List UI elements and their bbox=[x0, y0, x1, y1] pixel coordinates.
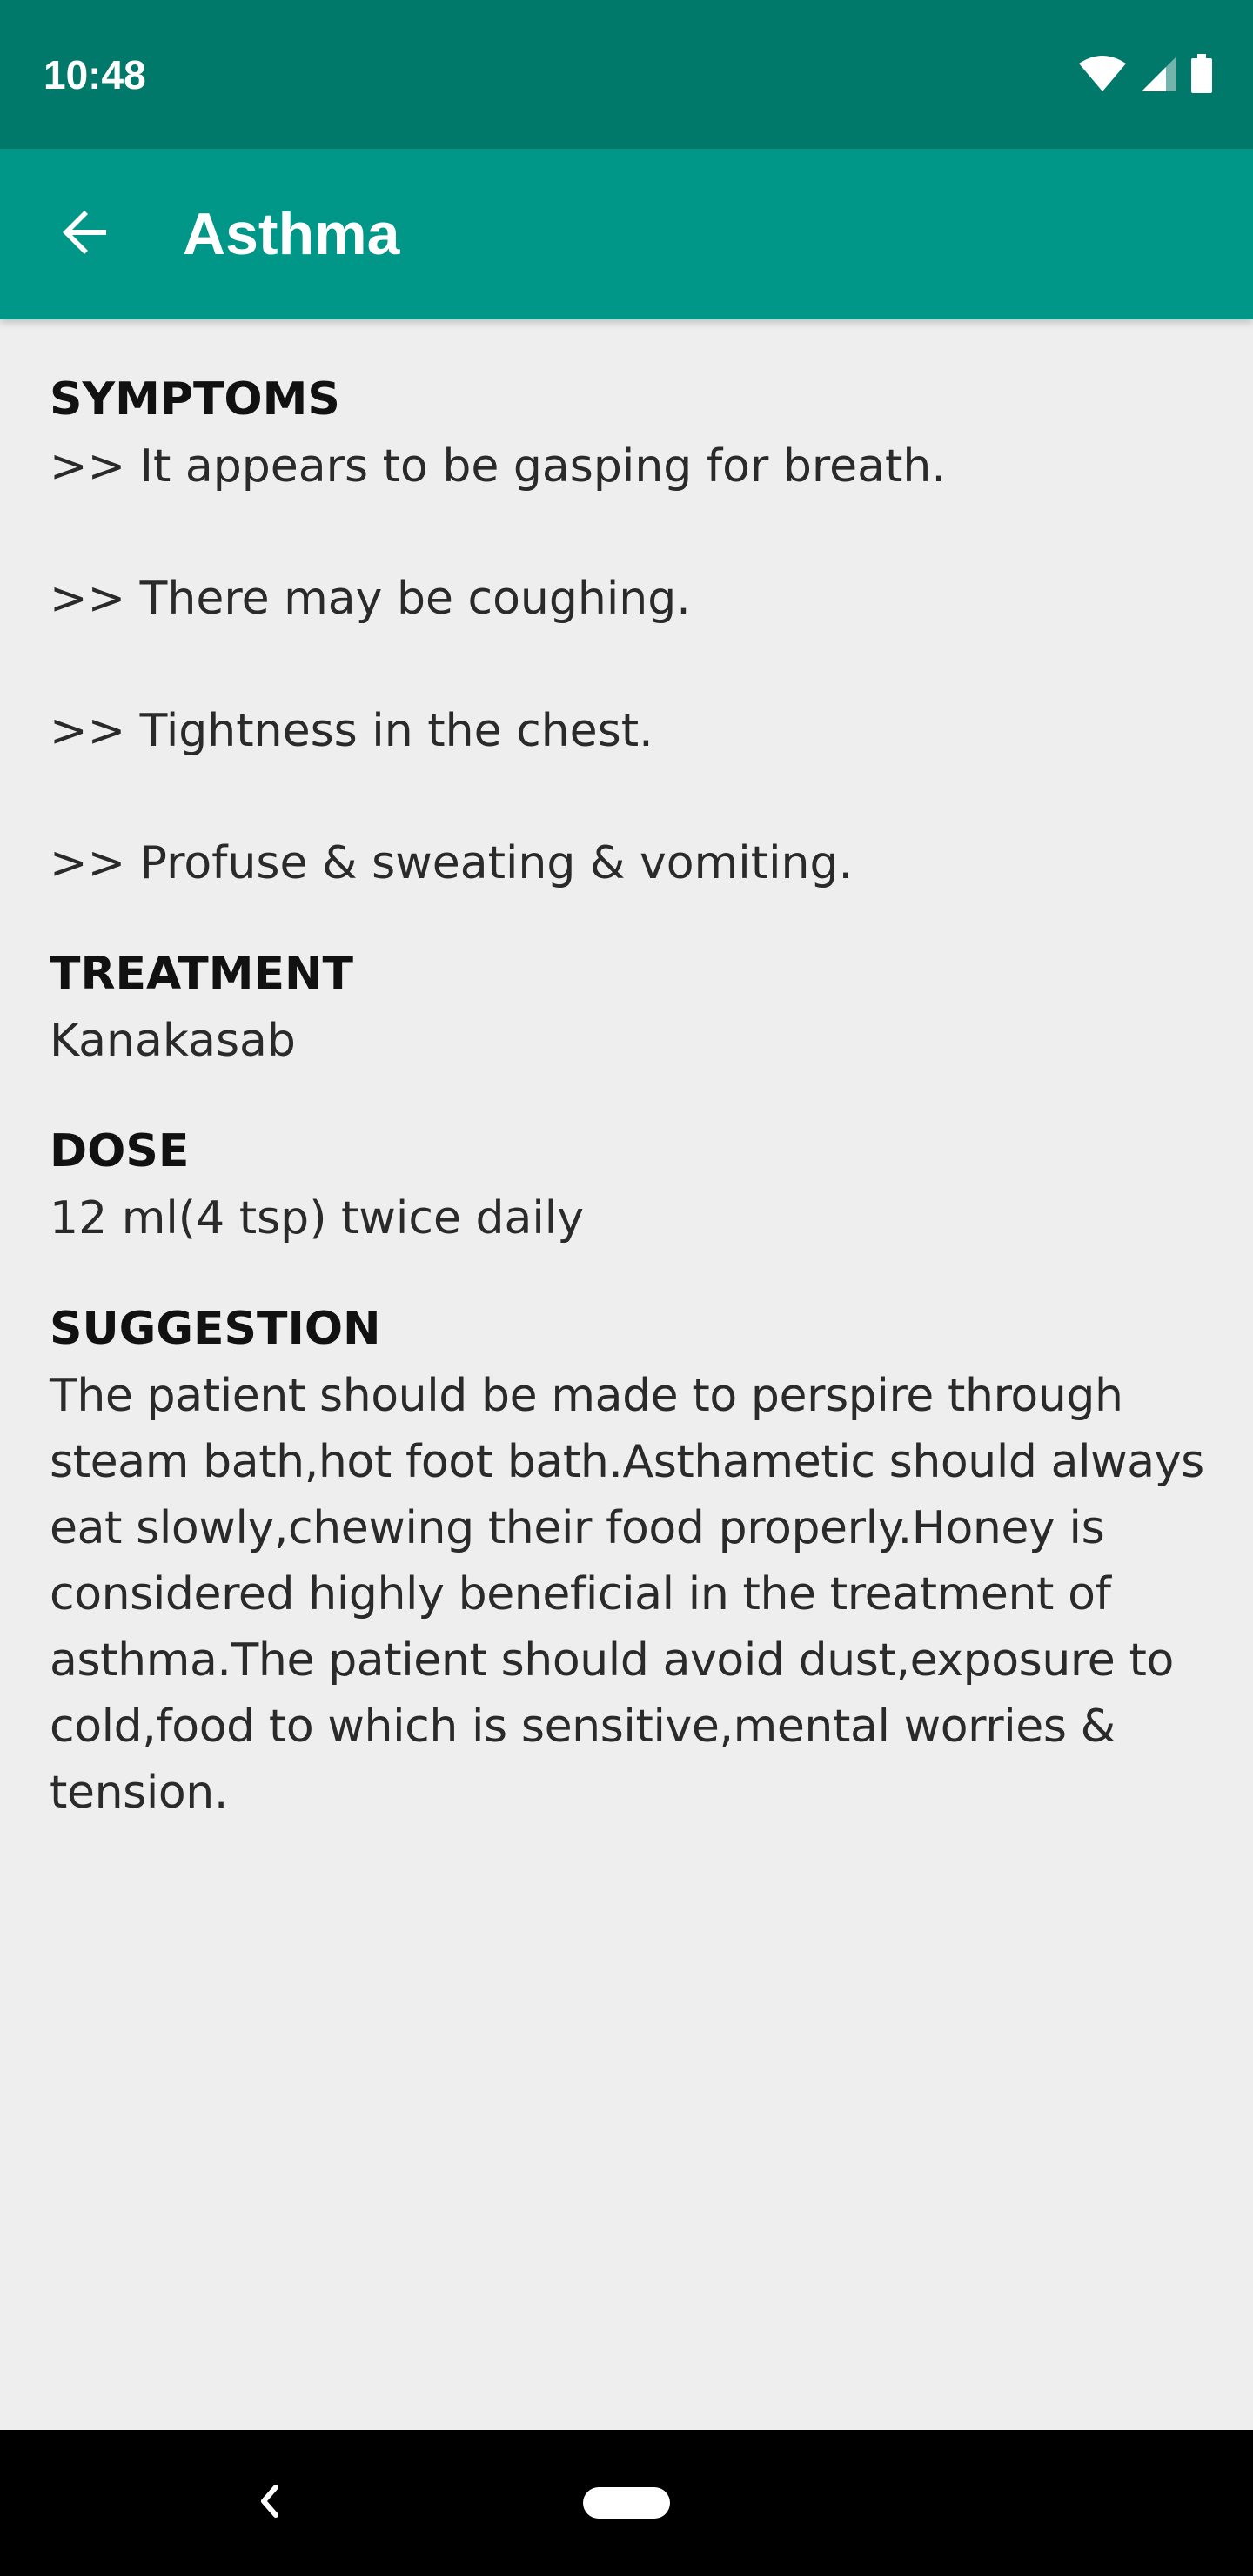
page-title: Asthma bbox=[183, 201, 400, 267]
dose-section: DOSE 12 ml(4 tsp) twice daily bbox=[50, 1117, 1216, 1251]
status-icons bbox=[1077, 54, 1213, 97]
symptom-item: >> There may be coughing. bbox=[50, 573, 691, 625]
wifi-icon bbox=[1077, 55, 1128, 97]
symptoms-section: SYMPTOMS >> It appears to be gasping for… bbox=[50, 366, 1216, 896]
dose-heading: DOSE bbox=[50, 1125, 190, 1177]
arrow-left-icon bbox=[59, 206, 111, 262]
dose-text: 12 ml(4 tsp) twice daily bbox=[50, 1192, 585, 1244]
home-pill-icon[interactable] bbox=[583, 2487, 670, 2519]
suggestion-text: The patient should be made to perspire t… bbox=[50, 1370, 1204, 1819]
status-time: 10:48 bbox=[44, 52, 146, 97]
symptom-item: >> Tightness in the chest. bbox=[50, 705, 653, 757]
navigation-bar bbox=[0, 2430, 1253, 2576]
treatment-section: TREATMENT Kanakasab bbox=[50, 940, 1216, 1074]
battery-icon bbox=[1190, 54, 1213, 97]
treatment-heading: TREATMENT bbox=[50, 948, 353, 1000]
symptoms-list: >> It appears to be gasping for breath. … bbox=[50, 433, 1216, 896]
treatment-text: Kanakasab bbox=[50, 1015, 296, 1067]
detail-content: SYMPTOMS >> It appears to be gasping for… bbox=[50, 366, 1216, 1826]
symptom-item: >> It appears to be gasping for breath. bbox=[50, 440, 946, 493]
suggestion-section: SUGGESTION The patient should be made to… bbox=[50, 1295, 1216, 1826]
symptom-item: >> Profuse & sweating & vomiting. bbox=[50, 837, 854, 889]
status-bar: 10:48 bbox=[0, 0, 1253, 149]
symptoms-heading: SYMPTOMS bbox=[50, 373, 340, 426]
app-bar: Asthma bbox=[0, 149, 1253, 319]
signal-icon bbox=[1140, 55, 1178, 97]
suggestion-heading: SUGGESTION bbox=[50, 1303, 381, 1355]
back-button[interactable] bbox=[35, 184, 136, 285]
chevron-left-icon bbox=[257, 2482, 283, 2524]
nav-back-button[interactable] bbox=[235, 2468, 305, 2538]
